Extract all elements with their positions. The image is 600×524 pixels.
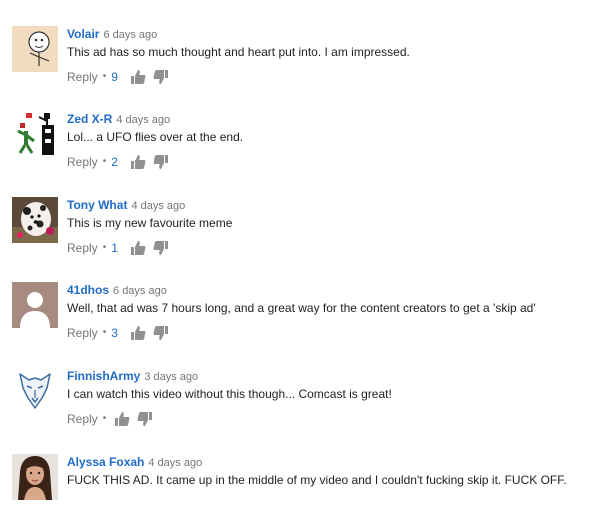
comment-text: This ad has so much thought and heart pu… bbox=[67, 45, 410, 59]
comment-timestamp[interactable]: 4 days ago bbox=[131, 200, 185, 212]
thumbs-up-icon[interactable] bbox=[114, 411, 130, 427]
comment-item: Volair 6 days ago This ad has so much tho… bbox=[0, 26, 600, 96]
default-user-icon[interactable] bbox=[12, 282, 58, 328]
like-count: 2 bbox=[111, 155, 118, 169]
reply-button[interactable]: Reply bbox=[67, 68, 98, 86]
cartoon-face-icon[interactable] bbox=[12, 26, 58, 72]
like-count: 3 bbox=[111, 326, 118, 340]
pixel-figures-icon[interactable] bbox=[12, 111, 58, 157]
reply-button[interactable]: Reply bbox=[67, 324, 98, 342]
comment-item: Tony What 4 days ago This is my new favou… bbox=[0, 197, 600, 267]
comment-text: I can watch this video without this thou… bbox=[67, 387, 392, 401]
comment-timestamp[interactable]: 6 days ago bbox=[113, 285, 167, 297]
like-count: 9 bbox=[111, 70, 118, 84]
thumbs-down-icon[interactable] bbox=[153, 240, 169, 256]
comment-text: This is my new favourite meme bbox=[67, 216, 233, 230]
thumbs-up-icon[interactable] bbox=[130, 325, 146, 341]
comment-header: Tony What 4 days ago bbox=[67, 197, 185, 213]
comment-item: 41dhos 6 days ago Well, that ad was 7 hou… bbox=[0, 282, 600, 352]
separator-dot: • bbox=[102, 156, 107, 167]
comment-item: FinnishArmy 3 days ago I can watch this v… bbox=[0, 368, 600, 438]
comment-timestamp[interactable]: 4 days ago bbox=[116, 114, 170, 126]
comment-header: 41dhos 6 days ago bbox=[67, 282, 167, 298]
comment-author[interactable]: Zed X-R bbox=[67, 112, 112, 126]
comment-actions: Reply • 1 bbox=[67, 239, 169, 257]
comment-item: Alyssa Foxah 4 days ago FUCK THIS AD. It … bbox=[0, 454, 600, 524]
comment-actions: Reply • 2 bbox=[67, 153, 169, 171]
comment-timestamp[interactable]: 3 days ago bbox=[144, 371, 198, 383]
comment-header: Volair 6 days ago bbox=[67, 26, 157, 42]
like-count: 1 bbox=[111, 241, 118, 255]
comment-text: FUCK THIS AD. It came up in the middle o… bbox=[67, 473, 567, 487]
thumbs-up-icon[interactable] bbox=[130, 69, 146, 85]
thumbs-down-icon[interactable] bbox=[153, 69, 169, 85]
comment-actions: Reply • bbox=[67, 410, 153, 428]
thumbs-down-icon[interactable] bbox=[153, 154, 169, 170]
comment-author[interactable]: Volair bbox=[67, 27, 99, 41]
comment-author[interactable]: 41dhos bbox=[67, 283, 109, 297]
comment-actions: Reply • 9 bbox=[67, 68, 169, 86]
separator-dot: • bbox=[102, 71, 107, 82]
reply-button[interactable]: Reply bbox=[67, 153, 98, 171]
thumbs-down-icon[interactable] bbox=[137, 411, 153, 427]
comment-timestamp[interactable]: 4 days ago bbox=[148, 457, 202, 469]
comment-text: Lol... a UFO flies over at the end. bbox=[67, 130, 244, 144]
reply-button[interactable]: Reply bbox=[67, 410, 98, 428]
dog-photo-icon[interactable] bbox=[12, 197, 58, 243]
comment-author[interactable]: Tony What bbox=[67, 198, 127, 212]
comment-header: Alyssa Foxah 4 days ago bbox=[67, 454, 202, 470]
reply-button[interactable]: Reply bbox=[67, 239, 98, 257]
comment-author[interactable]: FinnishArmy bbox=[67, 369, 140, 383]
person-photo-icon[interactable] bbox=[12, 454, 58, 500]
thumbs-down-icon[interactable] bbox=[153, 325, 169, 341]
separator-dot: • bbox=[102, 413, 107, 424]
thumbs-up-icon[interactable] bbox=[130, 154, 146, 170]
separator-dot: • bbox=[102, 327, 107, 338]
separator-dot: • bbox=[102, 242, 107, 253]
comment-header: FinnishArmy 3 days ago bbox=[67, 368, 198, 384]
comment-header: Zed X-R 4 days ago bbox=[67, 111, 170, 127]
comment-author[interactable]: Alyssa Foxah bbox=[67, 455, 144, 469]
comment-text: Well, that ad was 7 hours long, and a gr… bbox=[67, 301, 536, 315]
comment-timestamp[interactable]: 6 days ago bbox=[103, 29, 157, 41]
comment-actions: Reply • 3 bbox=[67, 324, 169, 342]
thumbs-up-icon[interactable] bbox=[130, 240, 146, 256]
comment-item: Zed X-R 4 days ago Lol... a UFO flies ove… bbox=[0, 111, 600, 181]
wolf-logo-icon[interactable] bbox=[12, 368, 58, 414]
